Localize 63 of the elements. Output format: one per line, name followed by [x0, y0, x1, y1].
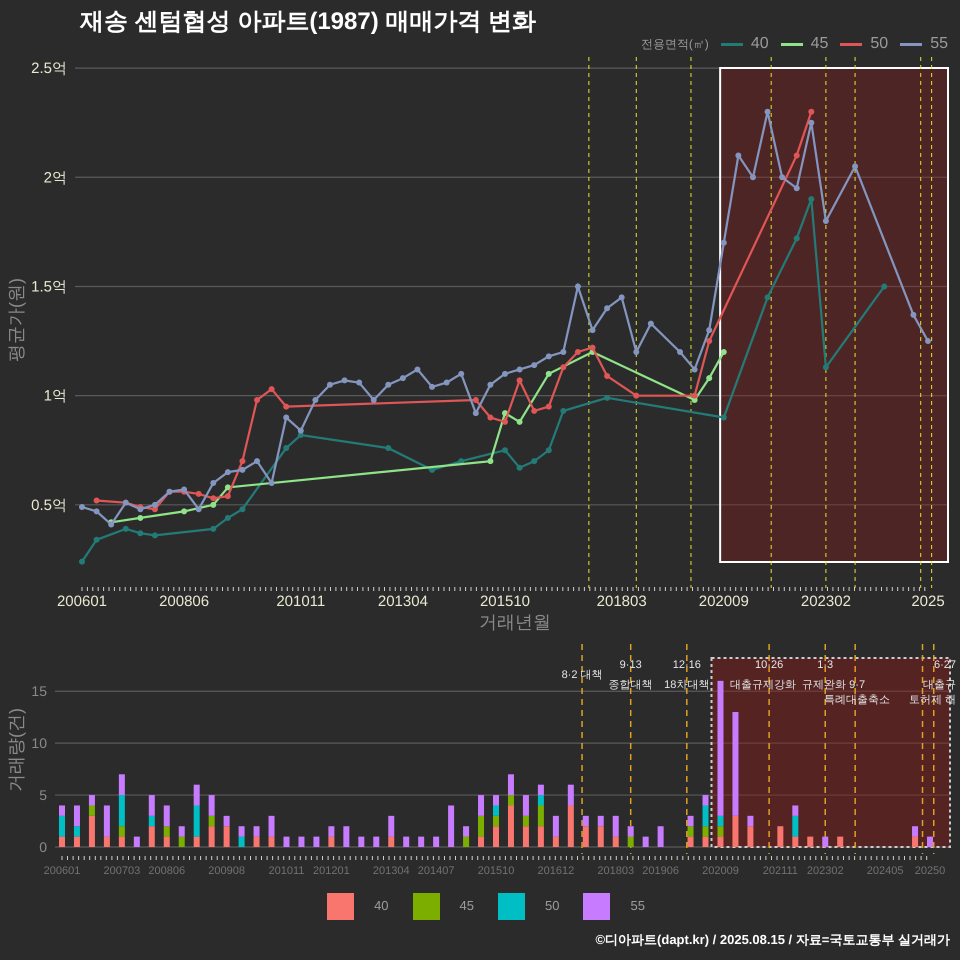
axis-label: 200806: [159, 593, 210, 610]
axis-label: 200908: [208, 865, 245, 877]
policy-label: 규제완화: [802, 679, 846, 691]
axis-label: 201803: [596, 593, 647, 610]
axis-label: 202009: [698, 593, 749, 610]
legend-label: 45: [810, 34, 828, 54]
policy-label: 6·27: [934, 659, 956, 671]
axis-label: 201407: [418, 865, 454, 877]
axis-title: 평균가(원): [6, 278, 26, 362]
chart-title: 재송 센텀협성 아파트(1987) 매매가격 변화: [80, 7, 536, 37]
policy-label: 종합대책: [608, 679, 653, 691]
legend-title: 전용면적(㎡): [640, 36, 709, 53]
policy-label: 10·26: [755, 659, 784, 671]
axis-label: 201011: [268, 865, 304, 877]
policy-label: 대출규제강화: [730, 679, 796, 691]
axis-title: 거래량(건): [6, 708, 26, 792]
policy-label: 1·3: [817, 659, 834, 671]
axis-label: 15: [31, 683, 47, 700]
axis-label: 201906: [642, 865, 679, 877]
axis-label: 200703: [104, 865, 140, 877]
axis-label: 201510: [478, 865, 514, 877]
axis-label: 0: [39, 839, 47, 855]
legend-label: 55: [630, 897, 645, 916]
axis-label: 20250: [914, 865, 946, 877]
policy-label: 대출규: [923, 679, 956, 691]
legend-label: 50: [545, 897, 560, 916]
legend-label: 50: [870, 34, 888, 54]
policy-label: 9·7: [849, 679, 866, 691]
axis-label: 0.5억: [31, 496, 67, 514]
policy-label: 18차대책: [664, 679, 710, 691]
axis-label: 201011: [276, 593, 326, 610]
axis-label: 201201: [313, 865, 350, 877]
legend-label: 40: [750, 34, 769, 54]
axis-label: 200601: [44, 865, 80, 877]
axis-label: 1억: [44, 388, 67, 405]
axis-label: 1.5억: [31, 278, 67, 296]
axis-label: 10: [31, 735, 47, 752]
source-credit: ©디아파트(dapt.kr) / 2025.08.15 / 자료=국토교통부 실거래가: [595, 931, 950, 949]
axis-label: 201510: [480, 593, 530, 610]
axis-label: 202302: [806, 865, 844, 877]
policy-label: 12·16: [672, 659, 701, 671]
axis-label: 202009: [702, 865, 739, 877]
axis-label: 200601: [56, 593, 108, 610]
axis-label: 201803: [597, 865, 634, 877]
axis-label: 2억: [44, 169, 67, 186]
axis-label: 202405: [866, 865, 904, 877]
axis-label: 5: [39, 787, 47, 804]
axis-label: 2.5억: [31, 60, 67, 78]
policy-label: 특례대출축소: [824, 694, 890, 706]
policy-label: 8·2 대책: [562, 669, 603, 681]
axis-label: 200806: [148, 865, 186, 877]
policy-label: 토허제 해: [908, 694, 956, 706]
legend-label: 55: [930, 34, 948, 54]
legend-label: 40: [374, 897, 389, 916]
axis-label: 202302: [800, 593, 851, 610]
policy-label: 9·13: [620, 659, 642, 671]
axis-label: 201612: [538, 865, 574, 877]
axis-title: 거래년월: [479, 612, 551, 632]
legend-label: 45: [460, 897, 474, 916]
axis-label: 201304: [372, 865, 410, 877]
axis-label: 2025: [911, 593, 945, 610]
axis-label: 201304: [378, 593, 428, 610]
axis-label: 202111: [762, 865, 798, 877]
